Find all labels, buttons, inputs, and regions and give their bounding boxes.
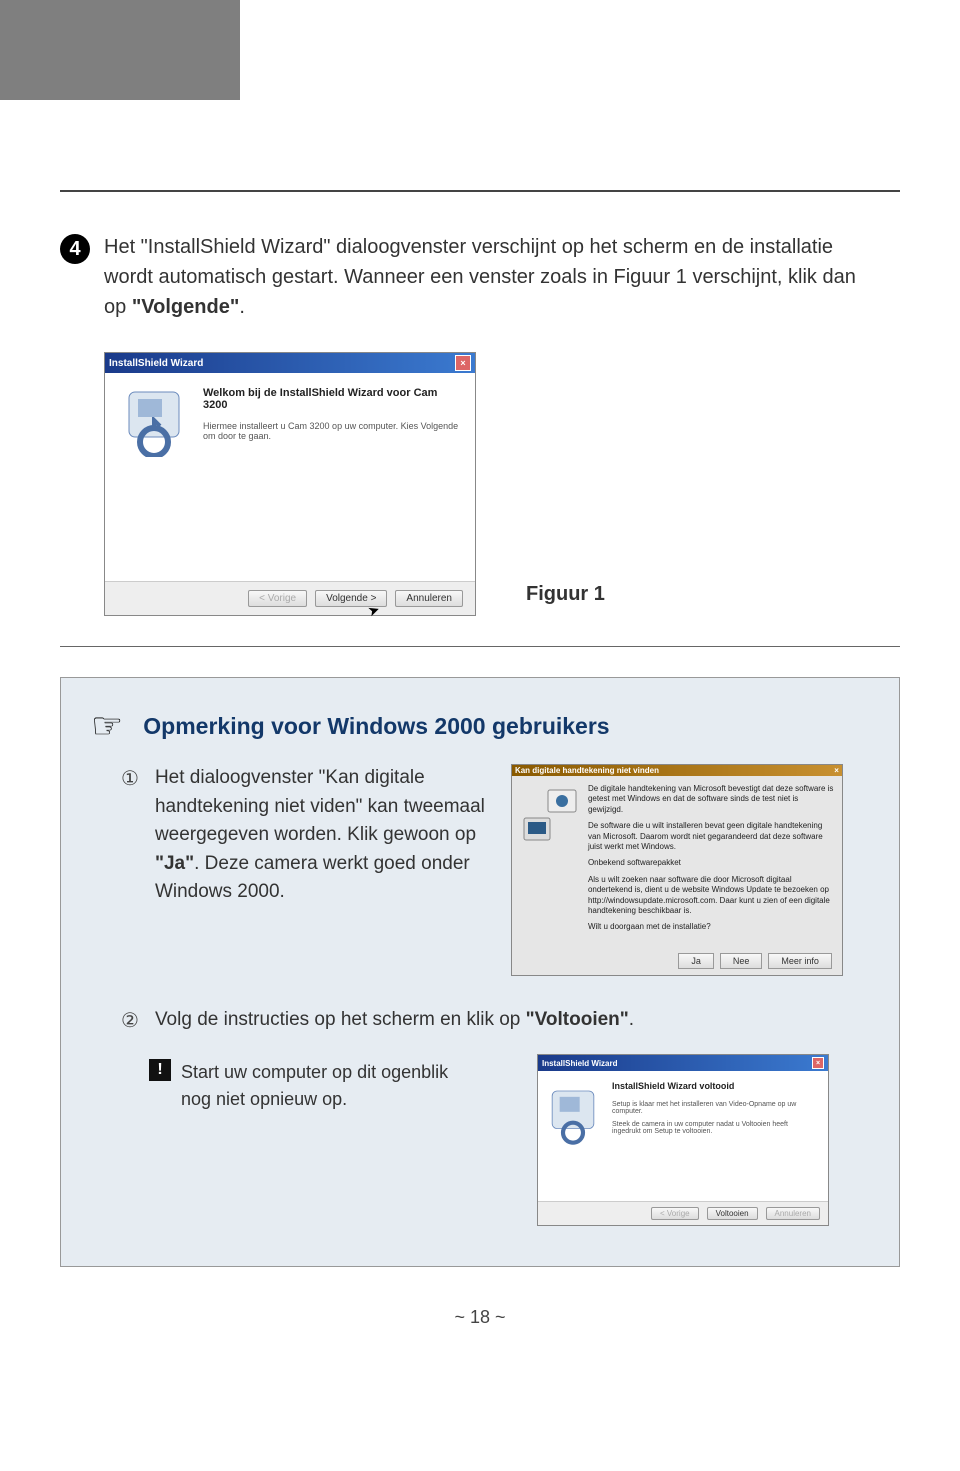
- horizontal-rule: [60, 190, 900, 192]
- wizard2-heading: InstallShield Wizard voltooid: [612, 1081, 818, 1091]
- dlg-line3: Onbekend softwarepakket: [588, 858, 834, 868]
- step-4: 4 Het "InstallShield Wizard" dialoogvens…: [60, 232, 870, 322]
- note-item-1-text: Het dialoogvenster "Kan digitale handtek…: [155, 764, 495, 907]
- wizard2-cancel-button[interactable]: Annuleren: [766, 1207, 820, 1220]
- note2-a: Volg de instructies op het scherm en kli…: [155, 1009, 526, 1030]
- dlg-line2: De software die u wilt installeren bevat…: [588, 821, 834, 852]
- page-content: 4 Het "InstallShield Wizard" dialoogvens…: [0, 100, 960, 1358]
- note-box: ☞ Opmerking voor Windows 2000 gebruikers…: [60, 677, 900, 1267]
- dlg-close-icon[interactable]: ×: [834, 766, 839, 775]
- wizard2-title: InstallShield Wizard: [542, 1059, 618, 1068]
- dlg-title: Kan digitale handtekening niet vinden: [515, 766, 659, 775]
- wizard1-back-button[interactable]: < Vorige: [248, 590, 307, 607]
- circled-2-icon: ②: [121, 1008, 139, 1033]
- pointing-hand-icon: ☞: [91, 708, 123, 744]
- dlg-yes-button[interactable]: Ja: [678, 953, 714, 969]
- warning-icon: !: [149, 1059, 171, 1081]
- wizard2-finish-button[interactable]: Voltooien: [707, 1207, 758, 1220]
- wizard2-body1: Setup is klaar met het installeren van V…: [612, 1101, 818, 1115]
- page-number: ~ 18 ~: [60, 1307, 900, 1328]
- dlg-graphic-icon: [520, 784, 580, 844]
- note-item-2: ② Volg de instructies op het scherm en k…: [121, 1006, 869, 1035]
- install-wizard-dialog-1: InstallShield Wizard × Welkom bij de Ins…: [104, 352, 476, 616]
- wizard1-heading: Welkom bij de InstallShield Wizard voor …: [203, 387, 461, 411]
- close-icon[interactable]: ×: [812, 1057, 824, 1069]
- note2-bold: "Voltooien": [526, 1009, 629, 1030]
- warning-row: ! Start uw computer op dit ogenblik nog …: [149, 1059, 517, 1113]
- wizard1-titlebar: InstallShield Wizard ×: [105, 353, 475, 373]
- dlg-line4: Als u wilt zoeken naar software die door…: [588, 875, 834, 917]
- warning-text: Start uw computer op dit ogenblik nog ni…: [181, 1059, 481, 1113]
- dlg-line1: De digitale handtekening van Microsoft b…: [588, 784, 834, 815]
- step-text: Het "InstallShield Wizard" dialoogvenste…: [104, 232, 870, 322]
- wizard1-cancel-button[interactable]: Annuleren: [395, 590, 463, 607]
- dlg-no-button[interactable]: Nee: [720, 953, 763, 969]
- dlg-line5: Wilt u doorgaan met de installatie?: [588, 922, 834, 932]
- wizard-graphic-icon: [548, 1081, 598, 1151]
- note2-c: .: [629, 1009, 634, 1030]
- close-icon[interactable]: ×: [455, 355, 471, 371]
- wizard-graphic-icon: [119, 387, 189, 567]
- note1-bold: "Ja": [155, 853, 194, 874]
- header-band: [0, 0, 240, 100]
- step4-text-c: .: [239, 296, 245, 318]
- wizard2-back-button[interactable]: < Vorige: [651, 1207, 699, 1220]
- install-wizard-dialog-2: InstallShield Wizard × InstallShield Wiz…: [537, 1054, 829, 1226]
- step-number-badge: 4: [60, 234, 90, 264]
- figure-1-label: Figuur 1: [526, 583, 605, 616]
- note-title: Opmerking voor Windows 2000 gebruikers: [143, 713, 609, 740]
- note1-a: Het dialoogvenster "Kan digitale handtek…: [155, 767, 485, 845]
- circled-1-icon: ①: [121, 766, 139, 791]
- wizard1-title: InstallShield Wizard: [109, 358, 203, 369]
- horizontal-rule-thin: [60, 646, 900, 647]
- note1-c: . Deze camera werkt goed onder Windows 2…: [155, 853, 470, 903]
- step4-text-bold: "Volgende": [132, 296, 240, 318]
- wizard2-body2: Steek de camera in uw computer nadat u V…: [612, 1121, 818, 1135]
- note-item-2-text: Volg de instructies op het scherm en kli…: [155, 1006, 869, 1035]
- digital-signature-dialog: Kan digitale handtekening niet vinden × …: [511, 764, 843, 976]
- figure-1-row: InstallShield Wizard × Welkom bij de Ins…: [104, 352, 900, 616]
- dlg-more-button[interactable]: Meer info: [768, 953, 832, 969]
- note-item-1: ① Het dialoogvenster "Kan digitale handt…: [121, 764, 869, 976]
- wizard1-body: Hiermee installeert u Cam 3200 op uw com…: [203, 421, 461, 441]
